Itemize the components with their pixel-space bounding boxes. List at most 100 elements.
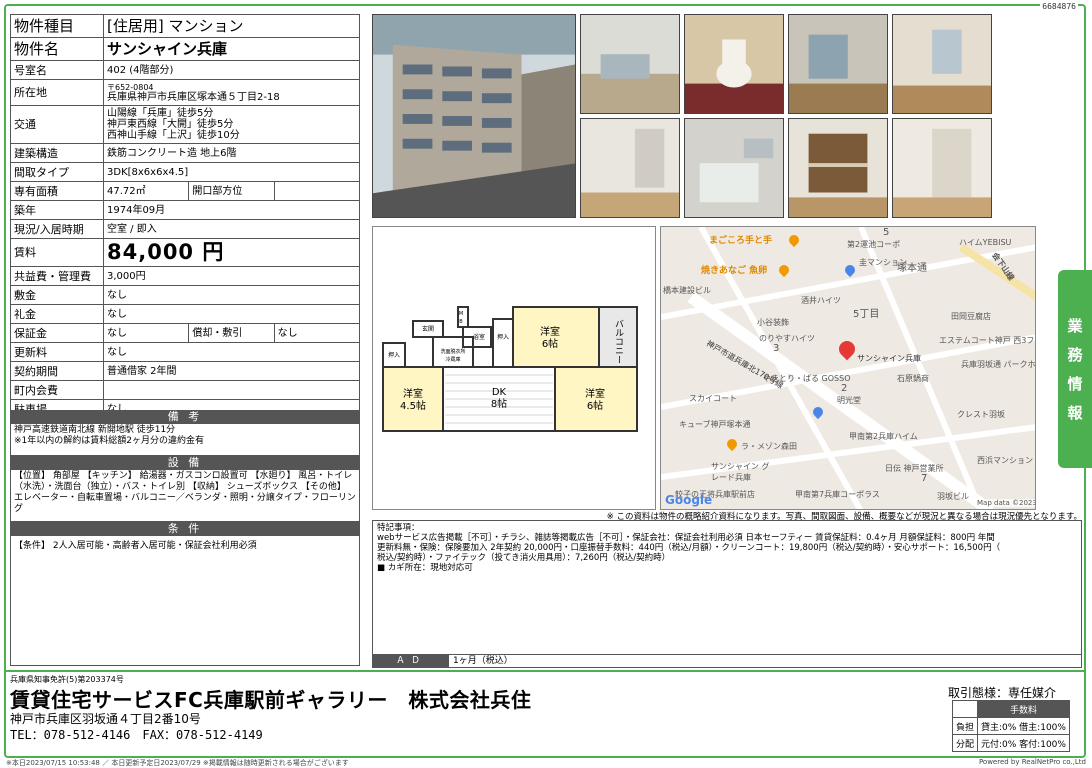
location-label: 所在地 <box>10 79 104 106</box>
room-label: 号室名 <box>10 60 104 80</box>
room-size-dk: 8帖 <box>491 397 507 410</box>
rent-value: 84,000 円 <box>103 238 360 267</box>
map-label-hashimoto: 橋本建設ビル <box>663 286 711 295</box>
closet-label-1: 押入 <box>497 333 509 341</box>
association-value <box>103 380 360 400</box>
map-label-crest: クレスト羽坂 <box>957 410 1005 419</box>
bath-label: 浴室 <box>473 333 485 341</box>
access-line: 山陽線「兵庫」徒歩5分 <box>107 108 214 119</box>
special-notes-line: 税込/契約時）・ファイテック（投てき消火用具用）：7,260円（税込/契約時） <box>377 553 671 563</box>
map-label-cube: キューブ神戸塚本通 <box>679 420 751 429</box>
side-tab-char: 務 <box>1067 346 1083 364</box>
access-line: 神戸東西線「大開」徒歩5分 <box>107 119 234 130</box>
map-label-kyuto: 第2運池コーポ <box>847 240 901 249</box>
map-copyright: Map data ©2023 <box>977 499 1036 507</box>
room-photo-2 <box>892 14 992 114</box>
access-label: 交通 <box>10 105 104 144</box>
guarantee-label: 保証金 <box>10 323 104 343</box>
closet-label-2: 押入 <box>388 351 400 359</box>
map-label-ishihara: 石原鍋商 <box>897 374 929 383</box>
map-label-tamura: 田岡豆腐店 <box>951 312 991 321</box>
deposit-label: 敷金 <box>10 285 104 305</box>
zip-code: 〒652-0804 <box>107 82 154 92</box>
room-photo-1 <box>788 14 888 114</box>
special-notes-line: ■ カギ所在：現地対応可 <box>377 563 473 573</box>
room-size-west-3: 6帖 <box>587 399 603 412</box>
document-id: 6684876 <box>1040 2 1078 11</box>
facilities-header: 設 備 <box>10 456 360 470</box>
address: 兵庫県神戸市兵庫区塚本通５丁目2-18 <box>107 91 280 103</box>
kitchen-photo <box>580 14 680 114</box>
name-label: 物件名 <box>10 37 104 61</box>
bottom-strip: ※本日2023/07/15 10:53:48 ／ 本日更新予定日2023/07/… <box>6 758 1086 768</box>
conditions-header: 条 件 <box>10 522 360 536</box>
location-map[interactable]: まごころ手と手 焼きあなご 魚卵 橋本建設ビル 塚本通 5丁目 第2運池コーポ … <box>660 226 1036 510</box>
map-label-maru: 圭マンション <box>859 258 907 267</box>
company-phone: TEL：078-512-4146 FAX：078-512-4149 <box>10 728 263 742</box>
room-photo-4 <box>892 118 992 218</box>
map-label-estem: エステムコート神戸 西3フロンタージュ <box>939 336 1035 345</box>
room-photo-3 <box>580 118 680 218</box>
access-value: 山陽線「兵庫」徒歩5分 神戸東西線「大開」徒歩5分 西神山手線「上沢」徒歩10分 <box>103 105 360 144</box>
layout-label: 間取タイプ <box>10 162 104 182</box>
map-label-haim: ハイムYEBISU <box>959 238 1012 247</box>
status-label: 現況/入居時期 <box>10 219 104 239</box>
type-label: 物件種目 <box>10 14 104 38</box>
map-label-noriyasu: のりやすハイツ <box>759 334 815 343</box>
balcony-label: バルコニー <box>613 319 624 364</box>
map-label-nisshin: 日伝 神戸営業所 <box>885 464 944 473</box>
toilet-photo <box>684 14 784 114</box>
conditions-text: 【条件】 2人入居可能・高齢者入居可能・保証会社利用必須 <box>14 541 257 551</box>
guarantee-value: なし <box>102 323 190 343</box>
map-label-heim-south: 甲南第2兵庫ハイム <box>849 432 918 441</box>
closet-photo <box>788 118 888 218</box>
side-tab-char: 情 <box>1067 375 1083 393</box>
special-notes-line: webサービス広告掲載［不可］・チラシ、雑誌等掲載広告［不可］・保証会社：保証会… <box>377 533 995 543</box>
powered-by: Powered by RealNetPro co.,Ltd <box>978 758 1086 766</box>
commission-row-value: 貸主:0% 借主:100% <box>977 717 1070 735</box>
remarks-line: 神戸高速鉄道南北線 新開地駅 徒歩11分 <box>14 425 176 435</box>
room-label-west-2: 洋室 <box>403 387 423 400</box>
business-info-tab[interactable]: 業 務 情 報 <box>1058 270 1092 468</box>
rent-label: 賃料 <box>10 238 104 267</box>
layout-value: 3DK[8x6x6x4.5] <box>103 162 360 182</box>
commission-row-key: 分配 <box>951 734 979 752</box>
location-value: 〒652-0804 兵庫県神戸市兵庫区塚本通５丁目2-18 <box>103 79 360 106</box>
commission-table: 手数料 負担 貸主:0% 借主:100% 分配 元付:0% 客付:100% <box>951 700 1070 752</box>
google-logo: Google <box>665 493 713 507</box>
side-tab-char: 業 <box>1067 317 1083 335</box>
washroom-label: 洗面脱衣所 <box>440 348 465 355</box>
fee-label: 共益費・管理費 <box>10 266 104 286</box>
map-label-meiko: 明光堂 <box>837 396 861 405</box>
room-size-west-1: 6帖 <box>542 337 558 350</box>
map-label-kokoro: まごころ手と手 <box>709 236 773 246</box>
commission-header: 手数料 <box>977 700 1070 718</box>
bathroom-photo <box>684 118 784 218</box>
direction-value <box>273 181 361 201</box>
access-line: 西神山手線「上沢」徒歩10分 <box>107 130 240 141</box>
map-label-skycoat: スカイコート <box>689 394 737 403</box>
meter-label: M <box>459 311 463 317</box>
built-label: 築年 <box>10 200 104 220</box>
remarks-line: ※1年以内の解約は賃料総額2ヶ月分の違約金有 <box>14 436 204 446</box>
floor-plan: 洋室 6帖 洋室 4.5帖 DK 8帖 洋室 6帖 バルコニー 浴室 押入 押入… <box>372 226 656 510</box>
status-value: 空室 / 即入 <box>103 219 360 239</box>
map-label-yakianago: 焼きあなご 魚卵 <box>701 266 768 276</box>
fee-value: 3,000円 <box>103 266 360 286</box>
amort-label: 償却・敷引 <box>188 323 275 343</box>
room-label-dk: DK <box>492 387 507 398</box>
map-label-hasaka: 羽坂ビル <box>937 492 969 501</box>
structure-label: 建築構造 <box>10 143 104 163</box>
map-label-nishihama: 西浜マンション <box>977 456 1033 465</box>
building-exterior-photo <box>372 14 576 218</box>
map-label-sunshine: サンシャイン兵庫 <box>857 354 921 363</box>
side-tab-char: 報 <box>1067 404 1083 422</box>
special-notes-title: 特記事項： <box>377 523 420 533</box>
conditions-box: 【条件】 2人入居可能・高齢者入居可能・保証会社利用必須 <box>10 536 360 666</box>
special-notes: 特記事項： webサービス広告掲載［不可］・チラシ、雑誌等掲載広告［不可］・保証… <box>372 520 1082 668</box>
commission-row-value: 元付:0% 客付:100% <box>977 734 1070 752</box>
entrance-label: 玄関 <box>422 325 434 333</box>
association-label: 町内会費 <box>10 380 104 400</box>
fridge-label: 冷蔵庫 <box>445 356 460 363</box>
map-label-num3: 3 <box>773 343 780 354</box>
